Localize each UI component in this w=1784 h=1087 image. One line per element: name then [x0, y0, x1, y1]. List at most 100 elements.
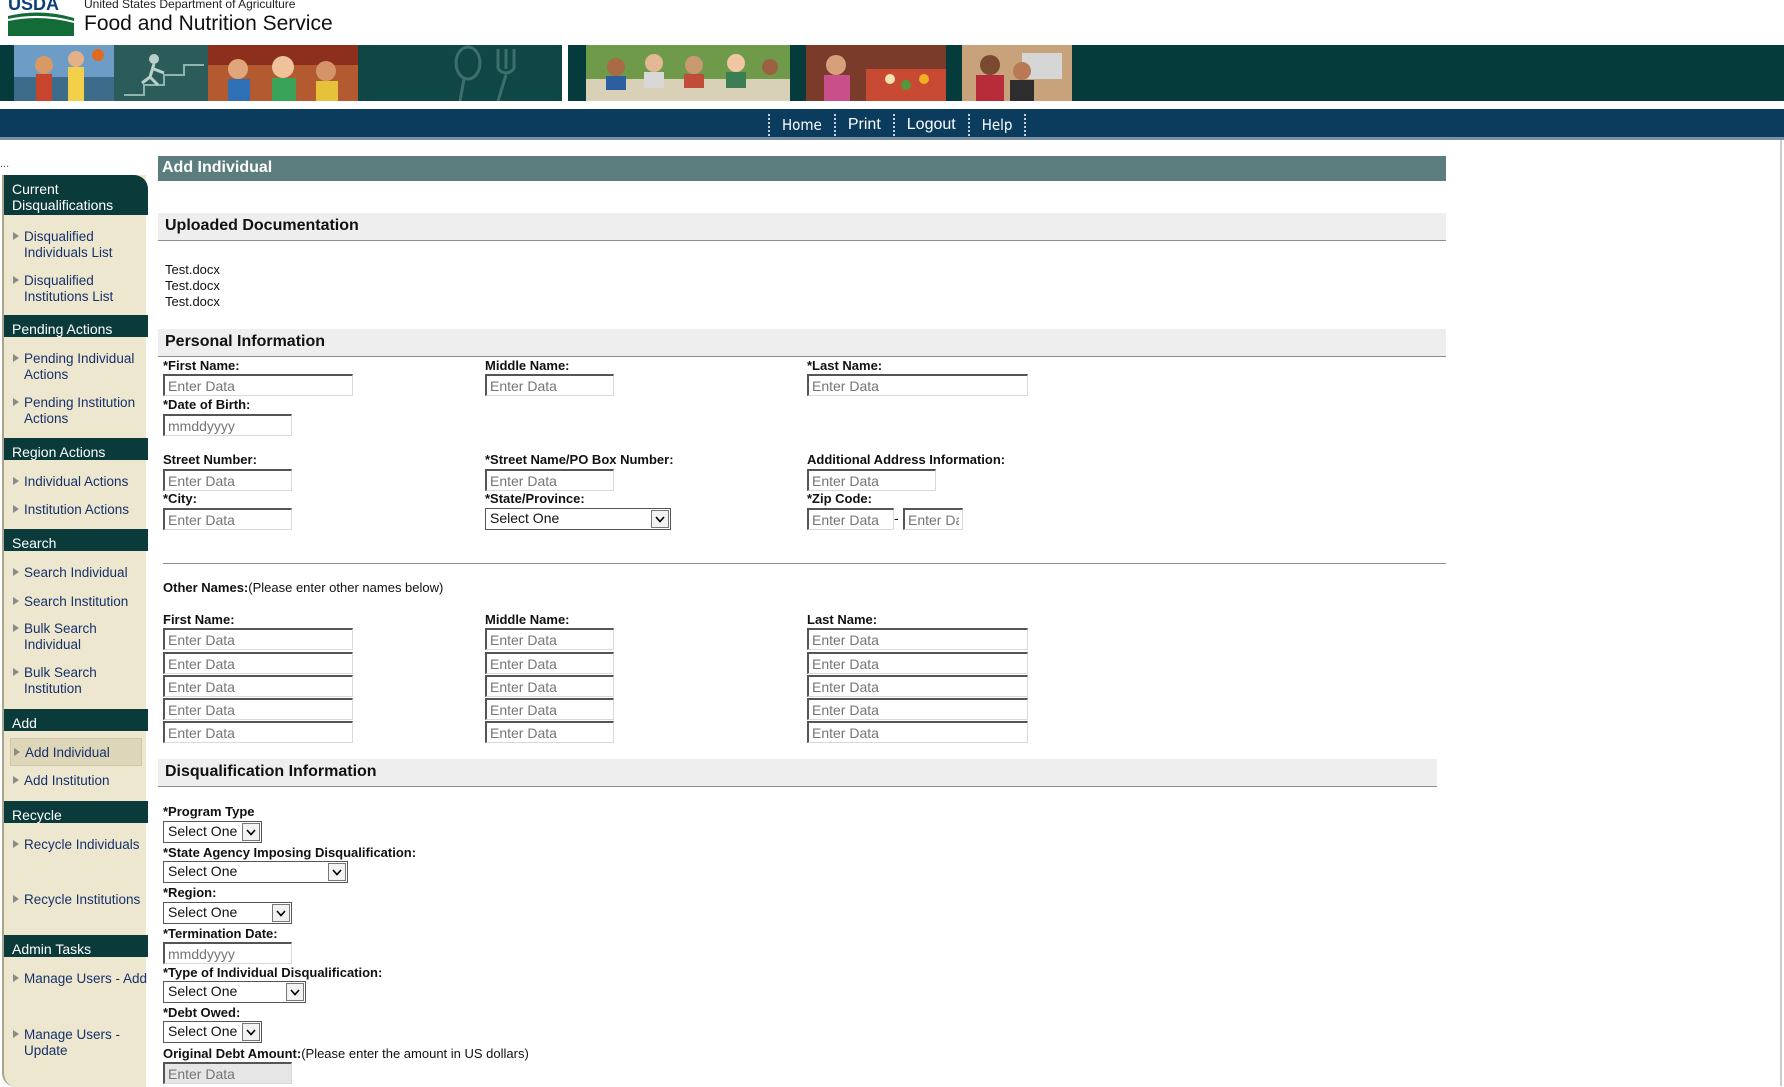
original-debt-amount-label: Original Debt Amount:(Please enter the a… [163, 1046, 529, 1061]
banner-photo-cheering-kids [208, 45, 358, 101]
uploaded-file-link[interactable]: Test.docx [165, 278, 220, 293]
other-first-name-input[interactable] [163, 698, 353, 720]
sidebar-item-manage-users-update[interactable]: Manage Users - Update [4, 1027, 148, 1058]
termination-date-input[interactable] [163, 942, 292, 964]
nav-separator [1024, 114, 1027, 136]
nav-separator [833, 114, 836, 136]
program-type-label: *Program Type [163, 804, 255, 819]
city-input[interactable] [163, 508, 292, 530]
program-type-select[interactable]: Select One [163, 821, 262, 843]
other-first-name-input[interactable] [163, 675, 353, 697]
nav-separator [768, 114, 770, 136]
triangle-right-icon [13, 668, 19, 676]
page-right-border [1780, 140, 1782, 1086]
sidebar-heading-admin-tasks: Admin Tasks [4, 935, 148, 957]
chevron-down-icon [272, 904, 290, 922]
zip-code-label: *Zip Code: [807, 491, 872, 506]
other-first-name-input[interactable] [163, 628, 353, 650]
other-middle-name-input[interactable] [485, 698, 614, 720]
sidebar-heading-add: Add [4, 709, 148, 731]
street-name-label: *Street Name/PO Box Number: [485, 452, 674, 467]
nav-separator [967, 114, 970, 136]
other-last-name-input[interactable] [807, 652, 1028, 674]
other-first-name-input[interactable] [163, 721, 353, 743]
first-name-input[interactable] [163, 374, 353, 396]
region-select[interactable]: Select One [163, 902, 292, 924]
header-banner [0, 45, 1784, 101]
other-first-name-label: First Name: [163, 612, 235, 627]
sidebar-item-pending-institution-actions[interactable]: Pending Institution Actions [4, 395, 148, 426]
middle-name-input[interactable] [485, 374, 614, 396]
top-nav-bar: Home Print Logout Help [0, 109, 1784, 140]
page-title: Add Individual [158, 156, 1446, 181]
other-middle-name-input[interactable] [485, 652, 614, 674]
additional-address-label: Additional Address Information: [807, 452, 1006, 467]
triangle-right-icon [13, 398, 19, 406]
triangle-right-icon [13, 840, 19, 848]
chevron-down-icon [286, 983, 304, 1001]
sidebar-item-recycle-individuals[interactable]: Recycle Individuals [4, 837, 148, 853]
zip-code-input[interactable] [807, 508, 894, 530]
sidebar-item-manage-users-add[interactable]: Manage Users - Add [4, 971, 148, 987]
chevron-down-icon [242, 1023, 260, 1041]
date-of-birth-input[interactable] [163, 414, 292, 436]
sidebar-item-institution-actions[interactable]: Institution Actions [4, 502, 148, 518]
nav-home-link[interactable]: Home [772, 116, 832, 134]
sidebar-item-add-individual[interactable]: Add Individual [5, 745, 149, 761]
uploaded-file-link[interactable]: Test.docx [165, 294, 220, 309]
sidebar-item-add-institution[interactable]: Add Institution [4, 773, 148, 789]
section-heading-uploaded-documentation: Uploaded Documentation [158, 213, 1446, 241]
sidebar-heading-search: Search [4, 529, 148, 551]
other-names-label: Other Names:(Please enter other names be… [163, 580, 444, 595]
zip-extension-input[interactable] [903, 508, 963, 530]
svg-text:USDA: USDA [8, 0, 59, 14]
section-divider [163, 563, 1446, 564]
street-number-input[interactable] [163, 469, 292, 491]
sidebar-item-pending-individual-actions[interactable]: Pending Individual Actions [4, 351, 148, 382]
sidebar-item-bulk-search-individual[interactable]: Bulk Search Individual [4, 621, 148, 652]
sidebar-heading-current-disqualifications: Current Disqualifications [4, 175, 148, 215]
header-logo-area: USDA United States Department of Agricul… [0, 0, 470, 44]
sidebar-item-search-institution[interactable]: Search Institution [4, 594, 148, 610]
sidebar-item-disqualified-individuals-list[interactable]: Disqualified Individuals List [4, 229, 148, 260]
last-name-input[interactable] [807, 374, 1028, 396]
triangle-right-icon [13, 895, 19, 903]
other-last-name-input[interactable] [807, 628, 1028, 650]
nav-logout-link[interactable]: Logout [897, 116, 966, 134]
additional-address-input[interactable] [807, 469, 936, 491]
chevron-down-icon [651, 510, 669, 528]
nav-help-link[interactable]: Help [972, 116, 1023, 134]
other-middle-name-label: Middle Name: [485, 612, 570, 627]
street-name-input[interactable] [485, 469, 614, 491]
sidebar-item-recycle-institutions[interactable]: Recycle Institutions [4, 892, 148, 908]
triangle-right-icon [14, 748, 20, 756]
other-middle-name-input[interactable] [485, 628, 614, 650]
state-province-select[interactable]: Select One [485, 508, 671, 530]
disqualification-type-select[interactable]: Select One [163, 981, 306, 1003]
sidebar-item-individual-actions[interactable]: Individual Actions [4, 474, 148, 490]
agency-name: Food and Nutrition Service [84, 12, 333, 35]
other-last-name-input[interactable] [807, 675, 1028, 697]
other-last-name-input[interactable] [807, 721, 1028, 743]
other-last-name-input[interactable] [807, 698, 1028, 720]
sidebar-item-bulk-search-institution[interactable]: Bulk Search Institution [4, 665, 148, 696]
sidebar-heading-recycle: Recycle [4, 801, 148, 823]
termination-date-label: *Termination Date: [163, 926, 278, 941]
triangle-right-icon [13, 477, 19, 485]
uploaded-file-link[interactable]: Test.docx [165, 262, 220, 277]
other-first-name-input[interactable] [163, 652, 353, 674]
other-middle-name-input[interactable] [485, 721, 614, 743]
street-number-label: Street Number: [163, 452, 257, 467]
section-heading-personal-information: Personal Information [158, 329, 1446, 357]
date-of-birth-label: *Date of Birth: [163, 397, 251, 412]
sidebar-item-disqualified-institutions-list[interactable]: Disqualified Institutions List [4, 273, 148, 304]
region-label: *Region: [163, 885, 217, 900]
debt-owed-select[interactable]: Select One [163, 1021, 262, 1043]
sidebar-dots: ... [0, 158, 10, 170]
state-agency-select[interactable]: Select One [163, 861, 348, 883]
first-name-label: *First Name: [163, 358, 240, 373]
sidebar-menu: Current Disqualifications Disqualified I… [2, 175, 149, 1087]
other-middle-name-input[interactable] [485, 675, 614, 697]
nav-print-link[interactable]: Print [838, 116, 891, 134]
sidebar-item-search-individual[interactable]: Search Individual [4, 565, 148, 581]
